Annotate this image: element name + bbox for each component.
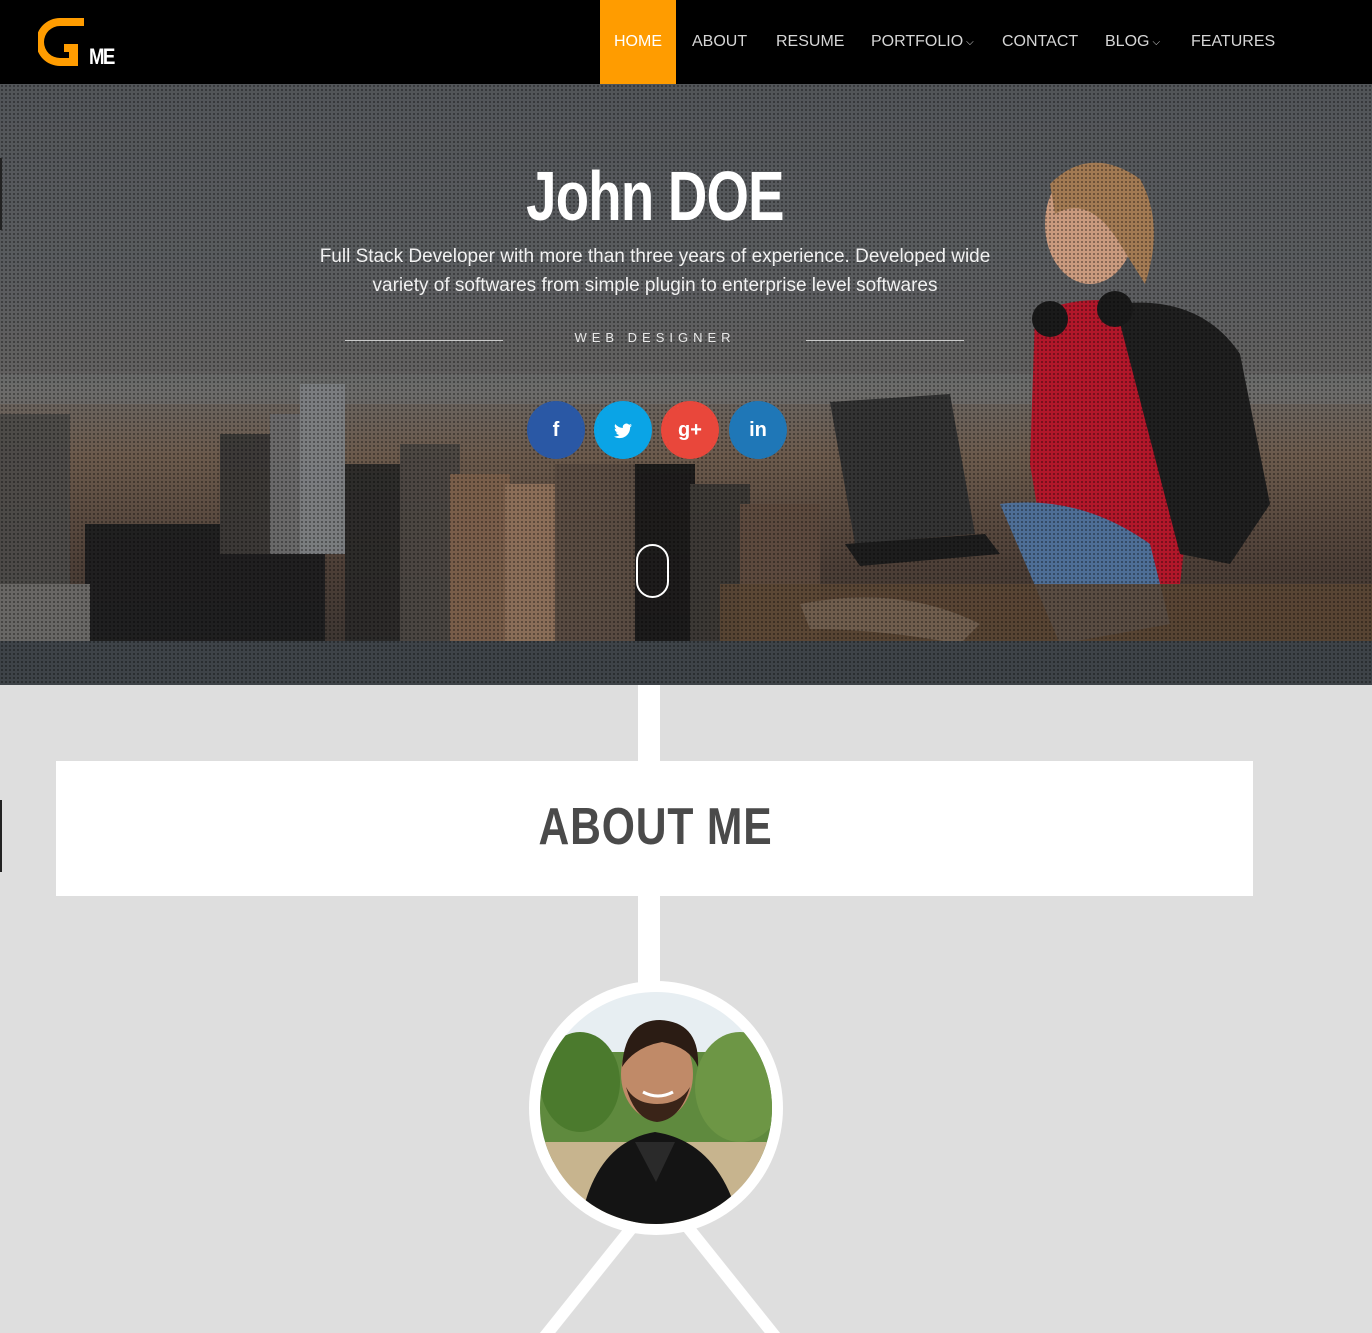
scroll-down-icon[interactable] xyxy=(636,544,669,598)
facebook-icon: f xyxy=(552,419,560,441)
nav-features-label: FEATURES xyxy=(1191,33,1276,50)
left-edge-marker xyxy=(0,158,2,230)
nav-resume[interactable]: RESUME xyxy=(776,0,844,84)
nav-contact[interactable]: CONTACT xyxy=(1002,0,1078,84)
left-edge-marker xyxy=(0,800,2,872)
hero-divider-right xyxy=(806,340,964,341)
navbar: ME HOME ABOUT RESUME PORTFOLIO ⌵ CONTACT … xyxy=(0,0,1372,84)
nav-about[interactable]: ABOUT xyxy=(692,0,747,84)
profile-photo xyxy=(540,992,772,1224)
linkedin-icon: in xyxy=(749,419,767,441)
hero-description: Full Stack Developer with more than thre… xyxy=(319,246,991,296)
hero-name: John DOE xyxy=(526,157,784,235)
chevron-down-icon: ⌵ xyxy=(1152,37,1161,48)
nav-home-label: HOME xyxy=(614,33,662,50)
linkedin-button[interactable]: in xyxy=(729,401,787,459)
chevron-down-icon: ⌵ xyxy=(966,37,974,48)
google-plus-button[interactable]: g+ xyxy=(661,401,719,459)
nav-portfolio[interactable]: PORTFOLIO ⌵ xyxy=(871,0,974,84)
nav-blog[interactable]: BLOG ⌵ xyxy=(1105,0,1160,84)
twitter-icon xyxy=(614,419,632,441)
nav-resume-label: RESUME xyxy=(776,33,845,50)
nav-contact-label: CONTACT xyxy=(1002,33,1079,50)
hero-divider-left xyxy=(345,340,503,341)
nav-features[interactable]: FEATURES xyxy=(1191,0,1275,84)
google-plus-icon: g+ xyxy=(678,419,702,441)
about-heading-box: ABOUT ME xyxy=(56,761,1253,896)
nav-blog-label: BLOG xyxy=(1105,33,1150,50)
nav-portfolio-label: PORTFOLIO xyxy=(871,33,964,50)
logo-suffix: ME xyxy=(89,44,115,69)
about-title: ABOUT ME xyxy=(538,798,773,856)
nav-about-label: ABOUT xyxy=(692,33,748,50)
avatar xyxy=(540,992,772,1224)
hero-role: WEB DESIGNER xyxy=(574,330,736,345)
facebook-button[interactable]: f xyxy=(527,401,585,459)
site-logo[interactable]: ME xyxy=(36,14,118,70)
timeline-connector-middle xyxy=(638,896,660,986)
timeline-connector-top xyxy=(638,685,660,761)
twitter-button[interactable] xyxy=(594,401,652,459)
hero-bottom-band xyxy=(0,641,1372,685)
hero-section: John DOE Full Stack Developer with more … xyxy=(0,84,1372,685)
nav-home[interactable]: HOME xyxy=(600,0,676,84)
